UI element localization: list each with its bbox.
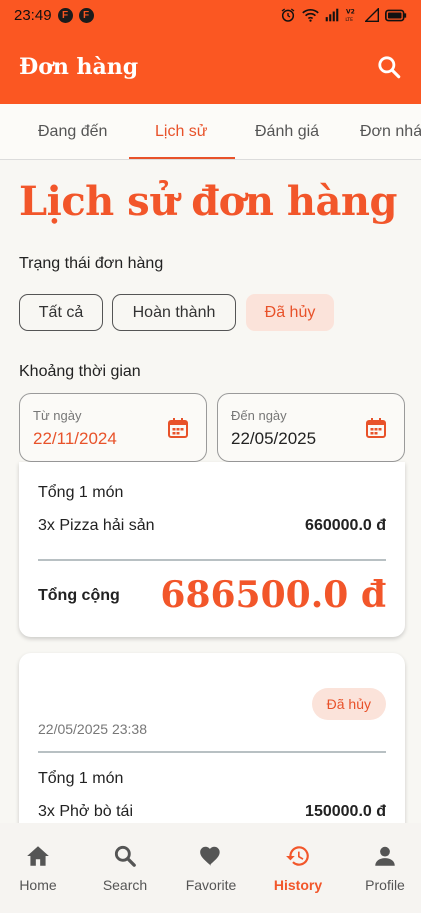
- items-count-text: Tổng 1 món: [38, 770, 124, 787]
- tab-label: Đơn nhá: [360, 123, 421, 140]
- battery-icon: [385, 9, 407, 21]
- home-icon: [27, 846, 49, 866]
- nav-favorite[interactable]: Favorite: [169, 823, 253, 913]
- page-title: Lịch sử đơn hàng: [19, 178, 397, 225]
- status-time: 23:49: [14, 6, 52, 24]
- order-item-row: 3x Pizza hải sản 660000.0 đ: [38, 517, 386, 535]
- search-icon: [114, 845, 136, 867]
- tab-label: Đang đến: [38, 123, 108, 140]
- nav-label: Search: [102, 877, 148, 893]
- nav-label: Home: [19, 877, 57, 893]
- date-to-label: Đến ngày: [231, 408, 287, 423]
- svg-text:LTE: LTE: [345, 17, 353, 23]
- status-bar: 23:49 F F V2 LTE: [0, 0, 421, 30]
- person-icon: [375, 846, 395, 866]
- order-item-row: 3x Phở bò tái 150000.0 đ: [38, 803, 386, 821]
- order-tabs: Đang đến Lịch sử Đánh giá Đơn nhá: [0, 104, 421, 160]
- item-price: 150000.0 đ: [305, 803, 386, 820]
- time-section-label: Khoảng thời gian: [19, 363, 141, 380]
- nav-history[interactable]: History: [256, 823, 340, 913]
- total-label: Tổng cộng: [38, 587, 120, 604]
- chip-label: Tất cả: [38, 303, 84, 321]
- heart-icon: [200, 846, 220, 866]
- status-badge: Đã hủy: [311, 688, 386, 720]
- total-amount: 686500.0 đ: [160, 574, 386, 616]
- calendar-icon[interactable]: [166, 416, 190, 440]
- order-items-count: Tổng 1 món: [38, 484, 386, 502]
- filter-chip-completed[interactable]: Hoàn thành: [112, 294, 236, 331]
- alarm-icon: [281, 8, 295, 22]
- tab-label: Đánh giá: [255, 123, 320, 140]
- divider: [38, 559, 386, 561]
- filter-chip-all[interactable]: Tất cả: [19, 294, 103, 331]
- search-icon[interactable]: [376, 54, 402, 80]
- history-icon: [286, 846, 309, 866]
- nav-label: Favorite: [185, 877, 237, 893]
- wifi-icon: [302, 9, 319, 22]
- nav-home[interactable]: Home: [0, 823, 80, 913]
- notification-icon: F: [78, 7, 94, 23]
- nav-search[interactable]: Search: [83, 823, 167, 913]
- item-name: 3x Pizza hải sản: [38, 517, 155, 534]
- items-count-text: Tổng 1 món: [38, 484, 124, 501]
- order-card[interactable]: Đã hủy 22/05/2025 23:38 Tổng 1 món 3x Ph…: [19, 653, 405, 823]
- filter-chip-cancelled[interactable]: Đã hủy: [246, 294, 334, 331]
- history-content[interactable]: Lịch sử đơn hàng Trạng thái đơn hàng Tất…: [0, 160, 421, 823]
- order-card[interactable]: Tổng 1 món 3x Pizza hải sản 660000.0 đ T…: [19, 462, 405, 637]
- date-to-value: 22/05/2025: [231, 429, 317, 448]
- status-section-label: Trạng thái đơn hàng: [19, 255, 164, 272]
- tab-dang-den[interactable]: Đang đến: [38, 104, 108, 159]
- divider: [38, 751, 386, 753]
- date-to-field[interactable]: Đến ngày 22/05/2025: [217, 393, 405, 462]
- signal-icon: [365, 8, 379, 22]
- nav-label: Profile: [365, 877, 405, 893]
- date-from-value: 22/11/2024: [33, 429, 117, 448]
- chip-label: Hoàn thành: [132, 303, 216, 321]
- tab-danh-gia[interactable]: Đánh giá: [255, 104, 320, 159]
- date-from-field[interactable]: Từ ngày 22/11/2024: [19, 393, 207, 462]
- date-from-label: Từ ngày: [33, 408, 82, 423]
- chip-label: Đã hủy: [264, 303, 316, 321]
- item-price: 660000.0 đ: [305, 517, 386, 534]
- bottom-nav: Home Search Favorite History Profile: [0, 823, 421, 913]
- volte-icon: V2LTE: [345, 9, 355, 23]
- svg-text:V2: V2: [346, 9, 355, 16]
- order-items-count: Tổng 1 món: [38, 770, 386, 788]
- app-bar-title: Đơn hàng: [19, 54, 139, 80]
- notification-icon: F: [57, 7, 73, 23]
- nav-profile[interactable]: Profile: [343, 823, 421, 913]
- tab-don-nhap[interactable]: Đơn nhá: [360, 104, 421, 159]
- signal-icon: [325, 8, 339, 22]
- order-datetime: 22/05/2025 23:38: [38, 721, 147, 737]
- tab-lich-su[interactable]: Lịch sử: [155, 104, 208, 159]
- tab-label: Lịch sử: [155, 123, 208, 140]
- app-bar: Đơn hàng: [0, 30, 421, 104]
- nav-label: History: [273, 877, 323, 893]
- calendar-icon[interactable]: [364, 416, 388, 440]
- item-name: 3x Phở bò tái: [38, 803, 133, 820]
